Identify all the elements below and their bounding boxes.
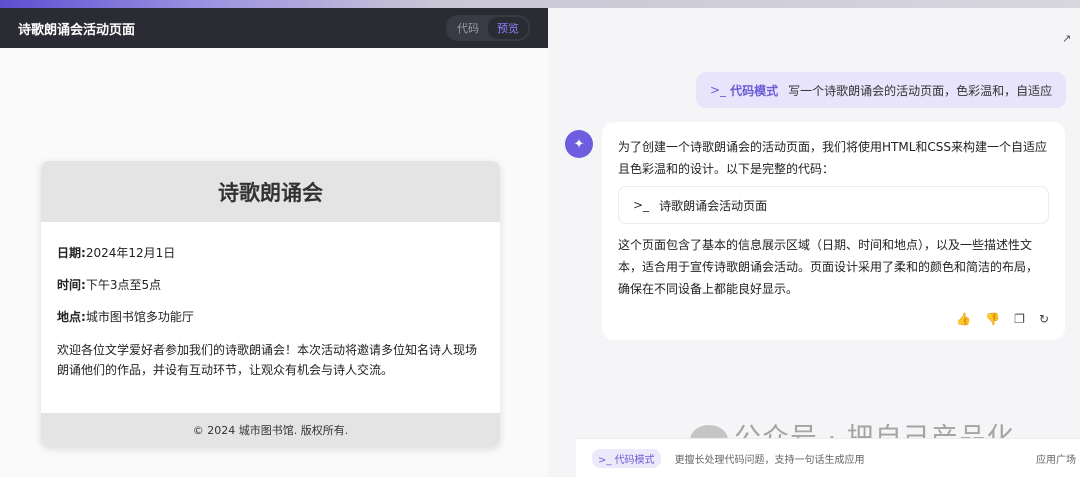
mode-chip[interactable]: >_ 代码模式 (592, 448, 661, 468)
terminal-prompt-icon: >_ (710, 83, 727, 97)
place-value: 城市图书馆多功能厅 (85, 310, 194, 324)
card-heading: 诗歌朗诵会 (218, 180, 323, 205)
assistant-reply: 为了创建一个诗歌朗诵会的活动页面，我们将使用HTML和CSS来构建一个自适应且色… (602, 122, 1065, 340)
date-row: 日期:2024年12月1日 (57, 244, 484, 262)
card-header: 诗歌朗诵会 (41, 161, 500, 222)
user-prompt-text: 写一个诗歌朗诵会的活动页面，色彩温和，自适应 (788, 83, 1053, 98)
time-row: 时间:下午3点至5点 (57, 276, 484, 294)
preview-pane: 诗歌朗诵会活动页面 代码 预览 诗歌朗诵会 日期:2024年12月1日 时间:下… (0, 8, 548, 477)
expand-icon[interactable]: ↗ (1062, 32, 1078, 48)
chat-pane: ↗ >_ 代码模式 写一个诗歌朗诵会的活动页面，色彩温和，自适应 ✦ 为了创建一… (548, 8, 1080, 477)
terminal-prompt-icon: >_ (633, 198, 650, 212)
card-footer: © 2024 城市图书馆. 版权所有. (41, 413, 500, 447)
preview-header: 诗歌朗诵会活动页面 代码 预览 (0, 8, 548, 48)
reply-outro: 这个页面包含了基本的信息展示区域（日期、时间和地点），以及一些描述性文本，适合用… (618, 238, 1039, 296)
event-description: 欢迎各位文学爱好者参加我们的诗歌朗诵会！本次活动将邀请多位知名诗人现场朗诵他们的… (57, 343, 478, 377)
place-row: 地点:城市图书馆多功能厅 (57, 308, 484, 326)
thumbs-down-icon[interactable]: 👎 (985, 312, 1000, 326)
code-block-title: 诗歌朗诵会活动页面 (659, 198, 768, 213)
tab-preview[interactable]: 预览 (488, 17, 528, 39)
mode-chip-label: 代码模式 (614, 454, 655, 466)
app-square-link[interactable]: 应用广场 (1036, 451, 1080, 466)
code-preview-toggle: 代码 预览 (446, 15, 530, 41)
refresh-icon[interactable]: ↻ (1039, 312, 1049, 326)
date-value: 2024年12月1日 (85, 246, 176, 260)
reply-actions: 👍 👎 ❐ ↻ (956, 312, 1049, 326)
tab-code[interactable]: 代码 (448, 17, 488, 39)
preview-title: 诗歌朗诵会活动页面 (18, 22, 136, 38)
chat-input-placeholder[interactable]: 更擅长处理代码问题，支持一句话生成应用 (675, 451, 1036, 466)
user-message: >_ 代码模式 写一个诗歌朗诵会的活动页面，色彩温和，自适应 (696, 72, 1066, 108)
time-label: 时间: (57, 278, 86, 292)
top-gradient-strip (0, 0, 1080, 8)
copy-icon[interactable]: ❐ (1014, 312, 1025, 326)
time-value: 下午3点至5点 (85, 278, 162, 292)
user-mode-label: 代码模式 (730, 83, 779, 98)
thumbs-up-icon[interactable]: 👍 (956, 312, 971, 326)
code-block-card[interactable]: >_ 诗歌朗诵会活动页面 (618, 186, 1049, 224)
chat-input-bar[interactable]: >_ 代码模式 更擅长处理代码问题，支持一句话生成应用 应用广场 (576, 438, 1080, 477)
event-card: 诗歌朗诵会 日期:2024年12月1日 时间:下午3点至5点 地点:城市图书馆多… (41, 161, 500, 447)
date-label: 日期: (57, 246, 86, 260)
reply-intro: 为了创建一个诗歌朗诵会的活动页面，我们将使用HTML和CSS来构建一个自适应且色… (618, 140, 1048, 176)
place-label: 地点: (57, 310, 86, 324)
card-body: 日期:2024年12月1日 时间:下午3点至5点 地点:城市图书馆多功能厅 欢迎… (41, 222, 500, 380)
assistant-avatar: ✦ (565, 130, 593, 158)
